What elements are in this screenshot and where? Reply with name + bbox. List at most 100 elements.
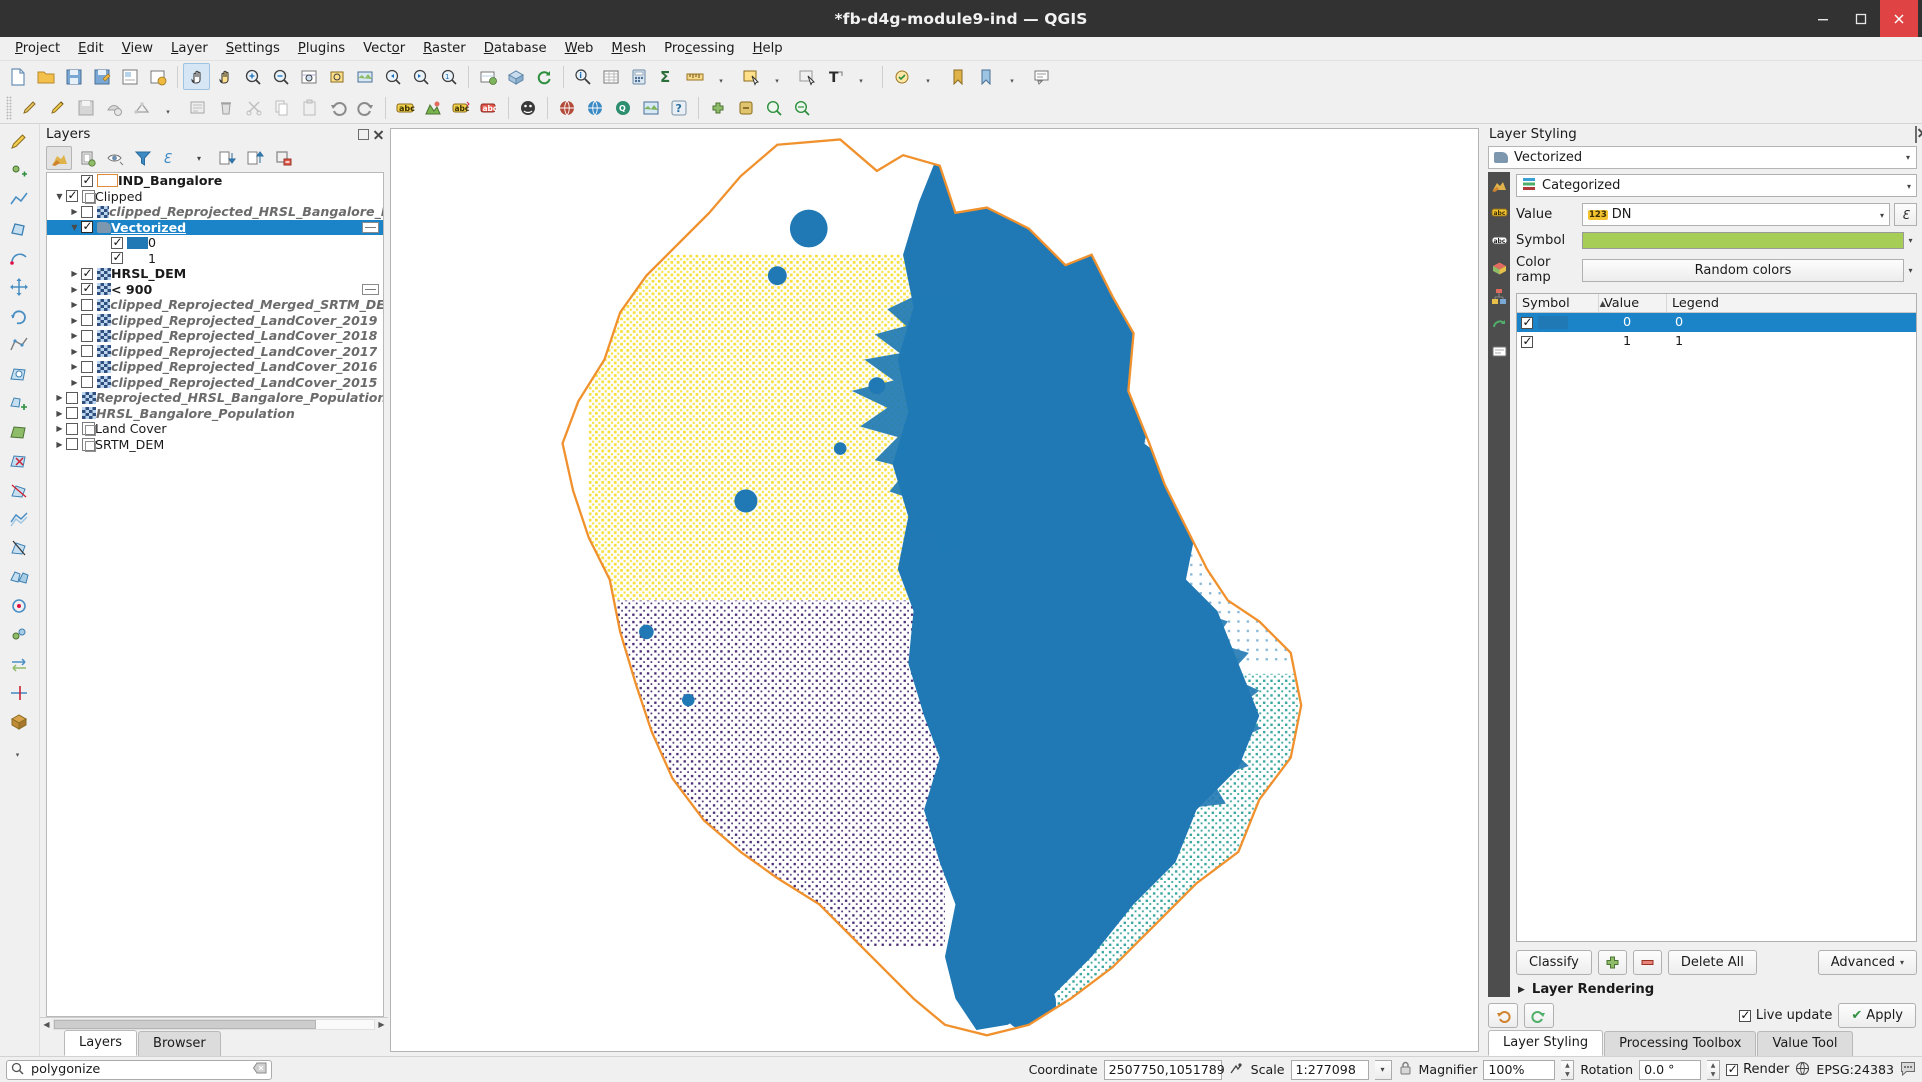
layer-tree-row[interactable]: ▼ Vectorized — [47, 218, 383, 235]
layer-tree-row[interactable]: ▶ clipped_Reprojected_LandCover_2017 — [47, 344, 383, 360]
col-symbol[interactable]: Symbol ▲ — [1517, 294, 1606, 312]
menu-mesh[interactable]: Mesh — [602, 39, 655, 59]
colorramp-button[interactable]: Random colors — [1582, 258, 1904, 282]
layer-tree-row[interactable]: ▶ SRTM_DEM — [47, 437, 383, 453]
reshape-features-icon[interactable] — [6, 476, 33, 503]
map-canvas[interactable] — [390, 128, 1479, 1052]
redo-icon[interactable] — [352, 94, 379, 121]
merge-features-icon[interactable] — [6, 563, 33, 590]
symbol-caret-icon[interactable]: ▾ — [1904, 236, 1917, 245]
value-field-combo[interactable]: 123 DN ▾ — [1582, 203, 1890, 226]
layer-visibility-checkbox[interactable] — [66, 422, 78, 435]
delete-all-button[interactable]: Delete All — [1667, 950, 1757, 975]
layer-visibility-checkbox[interactable] — [66, 438, 78, 451]
layer-tree-row[interactable]: ▶ clipped_Reprojected_LandCover_2018 — [47, 328, 383, 344]
modify-attributes-icon[interactable] — [184, 94, 211, 121]
delete-category-button[interactable] — [1632, 950, 1662, 975]
plugin-manager-icon[interactable] — [704, 94, 731, 121]
col-value[interactable]: Value — [1599, 294, 1667, 312]
python-plugin-icon[interactable] — [732, 94, 759, 121]
zoom-next-icon[interactable] — [407, 63, 434, 90]
menu-raster[interactable]: Raster — [414, 39, 475, 59]
field-calculator-icon[interactable] — [625, 63, 652, 90]
identify-features-icon[interactable]: i — [569, 63, 596, 90]
menu-project[interactable]: Project — [6, 39, 69, 59]
value-expression-button[interactable]: Ɛ — [1894, 203, 1917, 226]
layer-visibility-checkbox[interactable] — [81, 205, 93, 218]
openlayers-icon[interactable] — [581, 94, 608, 121]
layer-visibility-checkbox[interactable] — [81, 314, 93, 327]
tab-browser[interactable]: Browser — [138, 1031, 221, 1056]
hscroll-track[interactable] — [53, 1018, 375, 1030]
add-ring-icon[interactable] — [6, 360, 33, 387]
bookmarks-caret[interactable]: ▾ — [1000, 63, 1027, 90]
styling-layer-selector[interactable]: Vectorized ▾ — [1488, 146, 1917, 169]
new-project-icon[interactable] — [4, 63, 31, 90]
menu-layer[interactable]: Layer — [162, 39, 217, 59]
pan-map-icon[interactable] — [183, 63, 210, 90]
value-tool-icon[interactable] — [788, 94, 815, 121]
layer-visibility-checkbox[interactable] — [111, 234, 123, 250]
layer-tree-row[interactable]: ▶ clipped_Reprojected_Merged_SRTM_DEM — [47, 297, 383, 313]
layer-tree-row[interactable]: 1 — [47, 249, 383, 267]
layer-tree-row[interactable]: ▶ HRSL_Bangalore_Population — [47, 406, 383, 422]
legend-caret[interactable]: ▾ — [186, 146, 212, 170]
expand-arrow-icon[interactable]: ▶ — [68, 316, 81, 325]
move-feature-icon[interactable] — [6, 273, 33, 300]
manage-map-themes-icon[interactable] — [102, 146, 128, 170]
maximize-button[interactable] — [1842, 0, 1880, 37]
layer-tree-row[interactable]: ▶ Land Cover — [47, 421, 383, 437]
categories-table[interactable]: Symbol ▲ Value Legend 0011 — [1516, 293, 1917, 942]
zoom-native-icon[interactable]: 1 — [435, 63, 462, 90]
fill-ring-icon[interactable] — [6, 418, 33, 445]
digitizing-pencil-icon[interactable] — [6, 128, 33, 155]
category-row[interactable]: 11 — [1517, 332, 1916, 351]
category-enabled-checkbox[interactable] — [1521, 314, 1533, 330]
zoom-out-icon[interactable] — [267, 63, 294, 90]
category-symbol-swatch[interactable] — [1538, 335, 1568, 348]
menu-edit[interactable]: Edit — [69, 39, 113, 59]
style-manager-icon[interactable] — [419, 94, 446, 121]
colorramp-caret-icon[interactable]: ▾ — [1904, 266, 1917, 275]
add-line-feature-icon[interactable] — [6, 186, 33, 213]
simplify-feature-icon[interactable] — [6, 331, 33, 358]
tab-processing-toolbox[interactable]: Processing Toolbox — [1604, 1031, 1757, 1056]
layer-tree-row[interactable]: ▶ HRSL_DEM — [47, 265, 383, 282]
layer-tree-row[interactable]: IND_Bangalore — [47, 173, 383, 189]
save-project-icon[interactable] — [60, 63, 87, 90]
trim-extend-icon[interactable] — [6, 679, 33, 706]
select-by-expression-icon[interactable]: T — [821, 63, 848, 90]
vertex-tool-icon[interactable] — [128, 94, 155, 121]
tab-value-tool[interactable]: Value Tool — [1757, 1031, 1853, 1056]
current-edits-icon[interactable] — [16, 94, 43, 121]
zoom-full-icon[interactable] — [295, 63, 322, 90]
expand-arrow-icon[interactable]: ▶ — [68, 269, 81, 278]
classify-button[interactable]: Classify — [1516, 950, 1592, 975]
open-attribute-table-icon[interactable] — [597, 63, 624, 90]
zoom-to-layer-icon[interactable] — [351, 63, 378, 90]
pin-labels-icon[interactable]: abc — [447, 94, 474, 121]
expand-arrow-icon[interactable]: ▶ — [53, 440, 66, 449]
cut-features-icon[interactable] — [240, 94, 267, 121]
layer-tree-row[interactable]: ▶ Reprojected_HRSL_Bangalore_Population — [47, 390, 383, 406]
search-input[interactable] — [29, 1061, 248, 1078]
reverse-line-icon[interactable] — [6, 650, 33, 677]
menu-vector[interactable]: Vector — [354, 39, 414, 59]
maptips-caret[interactable]: ▾ — [916, 63, 943, 90]
new-3d-map-view-icon[interactable] — [502, 63, 529, 90]
advanced-button[interactable]: Advanced ▾ — [1817, 950, 1917, 975]
measure-caret[interactable]: ▾ — [709, 63, 736, 90]
symbology-brush-icon[interactable] — [1491, 176, 1508, 193]
layer-tree-row[interactable]: ▶ clipped_Reprojected_LandCover_2015 — [47, 375, 383, 391]
vertex-caret[interactable]: ▾ — [156, 94, 183, 121]
layer-visibility-checkbox[interactable] — [81, 345, 93, 358]
text-annotation-icon[interactable] — [1028, 63, 1055, 90]
collapse-arrow-icon[interactable]: ▼ — [53, 192, 66, 201]
layer-tree-row[interactable]: ▶ clipped_Reprojected_HRSL_Bangalore_Popu… — [47, 204, 383, 220]
add-circular-string-icon[interactable] — [6, 244, 33, 271]
filter-legend-expression-icon[interactable]: Ɛ — [158, 146, 184, 170]
semi-automatic-classification-icon[interactable] — [637, 94, 664, 121]
filter-legend-icon[interactable] — [130, 146, 156, 170]
live-update-checkbox[interactable]: Live update — [1738, 1007, 1832, 1023]
offset-curve-icon[interactable] — [6, 505, 33, 532]
